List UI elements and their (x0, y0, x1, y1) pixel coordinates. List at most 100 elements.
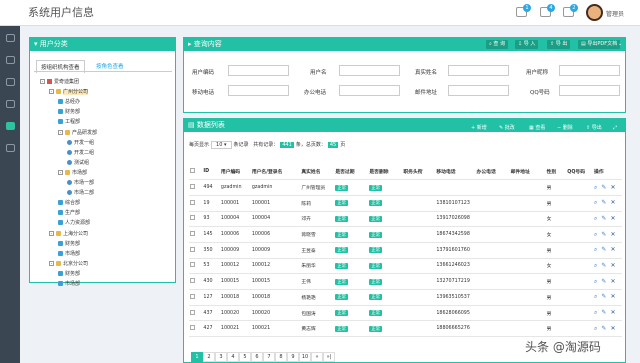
page-button[interactable]: »| (323, 352, 335, 362)
delete-icon[interactable]: ✕ (610, 231, 615, 238)
table-row[interactable]: 53 100012 100012 朱丽华 正常 正常 13661246023 女 ⌕ ✎ ✕ (189, 258, 622, 275)
users-icon[interactable] (6, 78, 15, 86)
tree-node[interactable]: 财务部 (58, 270, 80, 278)
row-checkbox[interactable] (190, 278, 195, 284)
qq-input[interactable] (559, 85, 620, 96)
search-icon[interactable]: ⌕ (594, 215, 597, 222)
group-icon[interactable] (6, 100, 15, 108)
tree-node[interactable]: 财务部 (58, 240, 80, 248)
tree-node[interactable]: - 产品研发部 (58, 129, 97, 137)
table-row[interactable]: 127 100018 100018 杨艳艳 正常 正常 13963510537 男 ⌕ ✎ ✕ (189, 289, 622, 306)
tree-node[interactable]: - 市场部 (58, 169, 87, 177)
collapse-icon[interactable]: ⌄ (615, 40, 625, 49)
row-checkbox[interactable] (190, 199, 195, 205)
tree-node[interactable]: - 爱奇迪集团 (40, 78, 79, 86)
page-button[interactable]: 6 (251, 352, 263, 362)
page-button[interactable]: 2 (203, 352, 215, 362)
delete-icon[interactable]: ✕ (610, 184, 615, 191)
tree-node[interactable]: 人力资源部 (58, 219, 90, 227)
edit-icon[interactable]: ✎ (601, 262, 606, 269)
edit-icon[interactable]: ✎ (601, 231, 606, 238)
search-icon[interactable]: ⌕ (594, 247, 597, 253)
gear-icon[interactable] (6, 144, 15, 152)
delete-icon[interactable]: ✕ (610, 325, 615, 332)
table-row[interactable]: 494 gzadmin gzadmin 广州管理员 正常 正常男 ⌕ ✎ ✕ (189, 179, 622, 196)
row-checkbox[interactable] (190, 262, 195, 268)
tree-node[interactable]: 总经办 (58, 98, 80, 106)
user-name[interactable]: 管理员 (606, 9, 624, 18)
expand-toggle-icon[interactable]: - (40, 79, 45, 84)
page-button[interactable]: 3 (215, 352, 227, 362)
edit-icon[interactable]: ✎ (601, 215, 606, 222)
column-header[interactable]: 是否删除 (368, 164, 403, 181)
column-header[interactable]: 用户名/登录名 (250, 164, 301, 181)
delete-icon[interactable]: ✕ (610, 200, 615, 206)
edit-icon[interactable]: ✎ (601, 200, 606, 206)
row-checkbox[interactable] (190, 293, 195, 299)
tree-node[interactable]: 生产部 (58, 209, 80, 217)
query-button[interactable]: ⌕ 查 询 (486, 40, 508, 49)
tree-node[interactable]: 工程部 (58, 118, 80, 126)
select-all-checkbox[interactable] (190, 168, 195, 174)
column-header[interactable]: 办公电话 (475, 164, 510, 181)
bell-icon[interactable]: 1 (516, 4, 531, 17)
tree-node[interactable]: - 广州分公司 (49, 88, 89, 96)
delete-icon[interactable]: ✕ (610, 215, 615, 222)
email-input[interactable] (448, 85, 509, 96)
search-icon[interactable]: ⌕ (594, 294, 597, 300)
column-header[interactable]: 操作 (593, 164, 622, 181)
export-button[interactable]: ⇧ 导 出 (547, 40, 571, 49)
row-checkbox[interactable] (190, 184, 195, 190)
mail-icon[interactable]: 4 (540, 4, 555, 17)
tree-node[interactable]: 测试组 (67, 159, 89, 167)
tree-node[interactable]: 开发二组 (67, 149, 94, 157)
home-icon[interactable] (6, 34, 15, 42)
tree-node[interactable]: 市场二部 (67, 189, 94, 197)
edit-icon[interactable]: ✎ (601, 310, 606, 316)
column-header[interactable]: 邮件地址 (509, 164, 546, 181)
table-row[interactable]: 427 100021 100021 黄志辉 正常 正常 18806665276 男 ⌕ ✎ ✕ (189, 320, 622, 338)
search-icon[interactable]: ⌕ (594, 200, 597, 206)
search-icon[interactable]: ⌕ (594, 231, 597, 238)
tree-node[interactable]: 综合部 (58, 199, 80, 207)
expand-toggle-icon[interactable]: - (49, 89, 54, 95)
tree-node[interactable]: 市场部 (58, 280, 80, 288)
tree-node[interactable]: 财务部 (58, 108, 80, 116)
search-icon[interactable]: ⌕ (594, 262, 597, 269)
batch-edit-button[interactable]: ✎ 批改 (499, 122, 515, 135)
page-button[interactable]: 10 (299, 352, 311, 362)
page-button[interactable]: » (311, 352, 323, 362)
expand-toggle-icon[interactable]: - (58, 169, 63, 175)
search-icon[interactable]: ⌕ (594, 310, 597, 316)
search-icon[interactable]: ⌕ (594, 184, 597, 191)
delete-icon[interactable]: ✕ (610, 310, 615, 316)
delete-icon[interactable]: ✕ (610, 262, 615, 269)
column-header[interactable]: 是否过期 (334, 164, 369, 181)
username-input[interactable] (339, 65, 400, 76)
real-name-input[interactable] (448, 65, 509, 76)
edit-icon[interactable]: ✎ (601, 278, 606, 285)
add-button[interactable]: + 新增 (471, 122, 487, 135)
column-header[interactable]: 用户编码 (219, 164, 251, 181)
list-export-button[interactable]: ⇪ 导出 (586, 122, 602, 135)
column-header[interactable]: 职务头衔 (402, 164, 436, 181)
delete-icon[interactable]: ✕ (610, 294, 615, 300)
search-icon[interactable]: ⌕ (594, 278, 597, 285)
page-button[interactable]: 4 (227, 352, 239, 362)
delete-icon[interactable]: ✕ (610, 247, 615, 253)
expand-toggle-icon[interactable]: - (58, 129, 63, 135)
table-row[interactable]: 430 100015 100015 王伟 正常 正常 13270717219 男 ⌕ ✎ ✕ (189, 273, 622, 290)
column-header[interactable]: QQ号码 (566, 164, 594, 181)
tree-node[interactable]: - 北京分公司 (49, 260, 88, 268)
row-checkbox[interactable] (190, 246, 195, 252)
lock-icon[interactable] (6, 122, 15, 130)
view-button[interactable]: ▦ 查看 (529, 122, 545, 135)
edit-icon[interactable]: ✎ (601, 325, 606, 332)
table-row[interactable]: 350 100009 100009 王昱泰 正常 正常 13791601760 男 ⌕ ✎ ✕ (189, 242, 622, 259)
avatar[interactable] (586, 4, 603, 21)
export-pdf-button[interactable]: ▤ 导出PDF文档 (578, 40, 621, 49)
tree-node[interactable]: 开发一组 (67, 139, 94, 147)
settings-icon[interactable] (6, 56, 15, 64)
row-checkbox[interactable] (190, 215, 195, 221)
column-header[interactable]: 真实姓名 (300, 164, 335, 181)
